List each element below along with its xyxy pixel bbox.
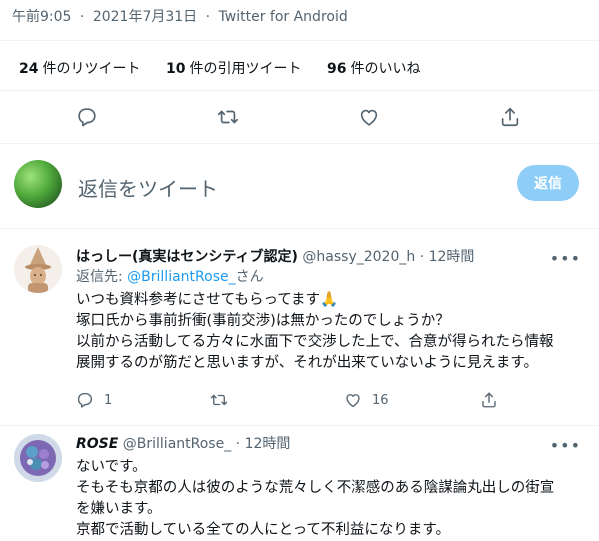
quotes-stat[interactable]: 10 件の引用ツイート [166, 58, 301, 78]
retweet-button[interactable] [209, 98, 247, 136]
share-icon [501, 107, 519, 127]
avatar-image [14, 245, 62, 293]
author-name[interactable]: ROSE [76, 436, 118, 452]
retweet-button[interactable] [210, 388, 238, 412]
tweet-text-line: を嫌います。 [76, 501, 162, 517]
retweet-count: 24 [19, 61, 39, 77]
reply-tweet[interactable]: ROSE @BrilliantRose_ · 12時間 ないです。 そもそも京都… [0, 426, 599, 538]
reply-to-handle[interactable]: @BrilliantRose_ [127, 269, 235, 285]
avatar[interactable] [14, 245, 62, 293]
avatar-image [14, 434, 62, 482]
tweet-meta: 午前9:05 · 2021年7月31日 · Twitter for Androi… [12, 6, 352, 26]
share-button[interactable] [491, 98, 529, 136]
divider [0, 143, 599, 144]
reply-input[interactable]: 返信をツイート [78, 173, 218, 202]
header-separator: · [419, 249, 425, 265]
tweet-text: いつも資料参考にさせてもらってます🙏 塚口氏から事前折衝(事前交渉)は無かったの… [76, 290, 585, 374]
divider [0, 40, 599, 41]
reply-icon [77, 392, 93, 408]
retweets-stat[interactable]: 24 件のリツイート [19, 58, 140, 78]
reply-prefix: 返信先: [76, 269, 128, 285]
tweet-client[interactable]: Twitter for Android [219, 9, 348, 25]
tweet-text-line: 京都で活動している全ての人にとって不利益になります。 [76, 522, 450, 538]
tweet-date[interactable]: 2021年7月31日 [93, 9, 197, 25]
avatar[interactable] [14, 160, 62, 208]
engagement-stats: 24 件のリツイート 10 件の引用ツイート 96 件のいいね [0, 53, 599, 83]
tweet-time[interactable]: 午前9:05 [12, 9, 71, 25]
tweet-text-line: 以前から活動してる方々に水面下で交渉した上で、合意が得られたら情報 [76, 334, 554, 350]
more-icon: ••• [549, 436, 581, 455]
author-name[interactable]: はっしー(真実はセンシティブ認定) [76, 249, 298, 265]
avatar[interactable] [14, 434, 62, 482]
meta-separator: · [205, 9, 211, 25]
reply-composer: 返信をツイート 返信 [0, 148, 599, 224]
reply-count: 1 [104, 392, 113, 408]
more-options-button[interactable]: ••• [550, 436, 581, 455]
tweet-header: はっしー(真実はセンシティブ認定) @hassy_2020_h · 12時間 [76, 247, 585, 267]
share-icon [482, 392, 496, 408]
tweet-header: ROSE @BrilliantRose_ · 12時間 [76, 434, 585, 454]
share-button[interactable] [480, 388, 498, 412]
retweet-icon [210, 394, 228, 406]
reply-icon [78, 108, 96, 127]
like-count: 96 [327, 61, 347, 77]
retweet-icon [218, 110, 238, 124]
reply-button[interactable]: 1 [76, 388, 112, 412]
retweet-label: 件のリツイート [42, 61, 141, 77]
tweet-age[interactable]: 12時間 [245, 436, 291, 452]
tweet-text-line: そもそも京都の人は彼のような荒々しく不潔感のある陰謀論丸出しの街宣 [76, 480, 555, 496]
like-button[interactable]: 16 [344, 388, 389, 412]
author-handle[interactable]: @hassy_2020_h [302, 249, 415, 265]
tweet-text-line: いつも資料参考にさせてもらってます🙏 [76, 292, 339, 308]
tweet-text-line: ないです。 [76, 459, 147, 475]
header-separator: · [235, 436, 241, 452]
like-icon [346, 394, 360, 408]
like-label: 件のいいね [350, 61, 421, 77]
more-icon: ••• [549, 249, 581, 268]
divider [0, 90, 599, 91]
quote-count: 10 [166, 61, 186, 77]
author-handle[interactable]: @BrilliantRose_ [123, 436, 231, 452]
meta-separator: · [79, 9, 85, 25]
quote-label: 件の引用ツイート [189, 61, 302, 77]
like-icon [360, 109, 378, 126]
tweet-age[interactable]: 12時間 [429, 249, 475, 265]
tweet-text-line: 塚口氏から事前折衝(事前交渉)は無かったのでしょうか？ [76, 313, 450, 329]
reply-tweet[interactable]: はっしー(真実はセンシティブ認定) @hassy_2020_h · 12時間 返… [0, 229, 599, 425]
more-options-button[interactable]: ••• [550, 249, 581, 268]
likes-stat[interactable]: 96 件のいいね [327, 58, 420, 78]
reply-submit-button[interactable]: 返信 [517, 165, 579, 201]
tweet-actions: 1 16 [76, 388, 576, 412]
like-count: 16 [372, 392, 389, 408]
tweet-action-bar [0, 98, 599, 136]
tweet-text: ないです。 そもそも京都の人は彼のような荒々しく不潔感のある陰謀論丸出しの街宣 … [76, 457, 585, 541]
reply-suffix: さん [235, 269, 264, 285]
reply-context: 返信先: @BrilliantRose_さん [76, 267, 585, 287]
like-button[interactable] [350, 98, 388, 136]
tweet-text-line: 展開するのが筋だと思いますが、それが出来ていないように見えます。 [76, 355, 538, 371]
reply-button[interactable] [68, 98, 106, 136]
